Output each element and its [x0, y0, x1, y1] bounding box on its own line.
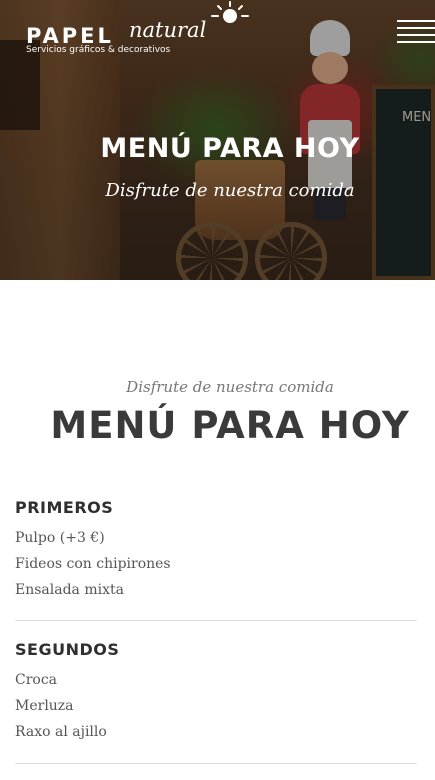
menu-section-subtitle: Disfrute de nuestra comida: [126, 378, 334, 396]
menu-category-primeros: PRIMEROS Pulpo (+3 €) Fideos con chipiro…: [15, 498, 417, 603]
logo-brand-script: natural: [129, 18, 207, 42]
hero-title: MENÚ PARA HOY: [100, 133, 360, 164]
menu-item: Croca: [15, 672, 58, 688]
menu-item: Merluza: [15, 698, 74, 714]
menu-divider: [15, 620, 417, 621]
menu-category-segundos: SEGUNDOS Croca Merluza Raxo al ajillo: [15, 640, 417, 745]
sun-icon: [211, 1, 249, 23]
menu-category-heading: PRIMEROS: [15, 498, 114, 517]
hero-subtitle: Disfrute de nuestra comida: [105, 180, 355, 201]
hamburger-bar: [397, 20, 435, 22]
menu-section-title: MENÚ PARA HOY: [50, 404, 410, 447]
menu-item: Fideos con chipirones: [15, 556, 171, 572]
menu-item: Raxo al ajillo: [15, 724, 107, 740]
hamburger-bar: [397, 34, 435, 36]
hamburger-bar: [397, 27, 435, 29]
menu-item: Ensalada mixta: [15, 582, 124, 598]
menu-category-heading: SEGUNDOS: [15, 640, 120, 659]
menu-item: Pulpo (+3 €): [15, 530, 105, 546]
hamburger-bar: [397, 41, 435, 43]
hero-banner: MEN PAPEL natural Servicios gráficos & d…: [0, 0, 435, 280]
hamburger-menu-icon[interactable]: [397, 18, 435, 44]
logo-tagline: Servicios gráficos & decorativos: [26, 45, 171, 55]
site-logo[interactable]: PAPEL natural Servicios gráficos & decor…: [26, 1, 256, 58]
menu-divider: [15, 763, 417, 764]
